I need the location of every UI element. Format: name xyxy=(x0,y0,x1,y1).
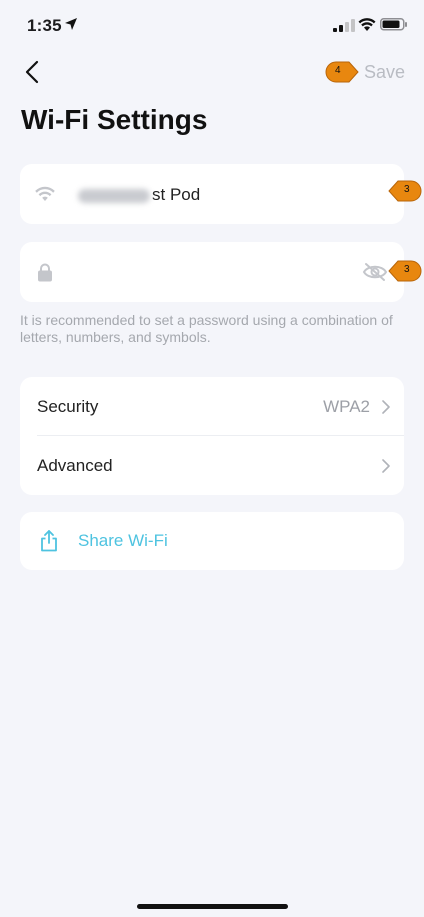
ssid-visible-text: st Pod xyxy=(152,185,201,204)
security-label: Security xyxy=(37,397,99,416)
eye-hidden-icon[interactable] xyxy=(362,261,388,283)
page-title: Wi-Fi Settings xyxy=(21,104,208,135)
settings-list: Security WPA2 Advanced xyxy=(20,377,404,495)
password-hint: It is recommended to set a password usin… xyxy=(20,312,393,345)
security-row[interactable]: Security WPA2 xyxy=(20,377,404,436)
location-arrow-icon xyxy=(65,18,77,30)
save-button[interactable]: Save xyxy=(364,62,405,83)
ssid-field[interactable]: st Pod xyxy=(20,164,404,224)
advanced-label: Advanced xyxy=(37,456,113,475)
chevron-right-icon xyxy=(382,459,390,473)
lock-icon xyxy=(38,263,52,282)
back-button[interactable] xyxy=(20,58,46,86)
annotation-badge-number: 4 xyxy=(335,65,341,76)
home-indicator xyxy=(137,904,288,909)
share-wifi-label: Share Wi-Fi xyxy=(78,531,168,550)
annotation-badge-number: 3 xyxy=(404,184,410,195)
security-value: WPA2 xyxy=(323,397,370,416)
share-wifi-button[interactable]: Share Wi-Fi xyxy=(20,512,404,570)
advanced-row[interactable]: Advanced xyxy=(20,436,404,495)
annotation-badge: 4 xyxy=(325,61,359,83)
wifi-icon xyxy=(35,186,55,201)
annotation-badge: 3 xyxy=(388,180,422,202)
cellular-signal-icon xyxy=(333,19,355,32)
annotation-badge-number: 3 xyxy=(404,264,410,275)
status-bar: 1:35 xyxy=(0,0,424,50)
annotation-badge: 3 xyxy=(388,260,422,282)
wifi-status-icon xyxy=(358,18,376,31)
chevron-right-icon xyxy=(382,400,390,414)
redacted-text xyxy=(78,188,150,203)
battery-icon xyxy=(380,18,407,31)
status-time: 1:35 xyxy=(27,16,62,35)
ssid-value[interactable]: st Pod xyxy=(78,185,200,205)
password-field[interactable] xyxy=(20,242,404,302)
share-icon xyxy=(41,530,57,552)
